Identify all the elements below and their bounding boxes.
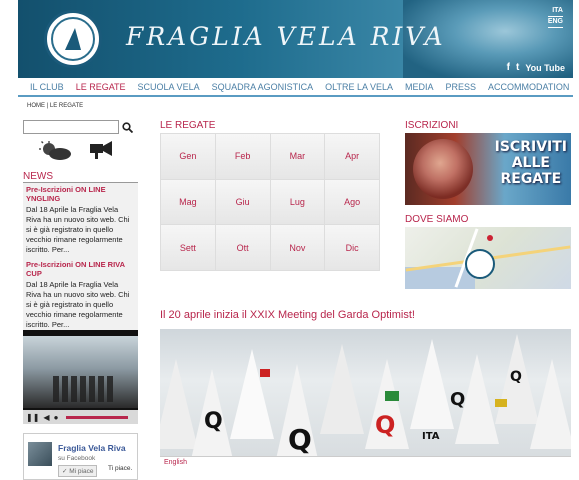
month-dic-button[interactable]: Dic (325, 225, 379, 270)
breadcrumb-home[interactable]: HOME (27, 103, 45, 109)
banner-photo (413, 139, 473, 199)
video-player[interactable]: ❚❚ ◀ ● (23, 330, 138, 424)
banner-line: ALLE (511, 155, 550, 171)
news-item[interactable]: Pre-Iscrizioni ON LINE YNGLING Dal 18 Ap… (23, 183, 138, 258)
sail-flag (260, 369, 270, 377)
nav-item-le-regate[interactable]: LE REGATE (76, 82, 126, 92)
sail-symbol-icon: Q (510, 369, 522, 385)
sail-flag (385, 391, 399, 401)
site-header: FRAGLIA VELA RIVA ITA ENG f t You Tube (18, 0, 573, 78)
nav-item-press[interactable]: PRESS (446, 82, 477, 92)
sail-symbol-icon: Q (204, 409, 223, 434)
news-item-title[interactable]: Pre-Iscrizioni ON LINE YNGLING (26, 185, 135, 203)
nav-item-accommodation[interactable]: ACCOMMODATION (488, 82, 569, 92)
video-controls: ❚❚ ◀ ● (23, 410, 138, 424)
main-headline[interactable]: Il 20 aprile inizia il XXIX Meeting del … (160, 309, 415, 321)
facebook-page-name[interactable]: Fraglia Vela Riva (58, 443, 126, 453)
iscriviti-banner[interactable]: ISCRIVITI ALLE REGATE (405, 133, 571, 205)
breadcrumb: HOME | LE REGATE (27, 103, 83, 109)
optimist-sails-photo[interactable]: Q Q Q Q Q ITA (160, 329, 571, 456)
month-ott-button[interactable]: Ott (215, 225, 270, 270)
sail (410, 339, 454, 429)
location-map[interactable] (405, 227, 571, 289)
banner-line: ISCRIVITI (494, 139, 567, 155)
lang-ita-link[interactable]: ITA (547, 6, 563, 17)
month-giu-button[interactable]: Giu (215, 179, 270, 225)
youtube-icon[interactable]: You Tube (525, 63, 565, 73)
social-links: f t You Tube (507, 62, 565, 73)
breadcrumb-separator: | (46, 103, 49, 109)
month-mag-button[interactable]: Mag (161, 179, 215, 225)
map-club-marker (465, 249, 495, 279)
facebook-like-button[interactable]: ✓ Mi piace (58, 465, 98, 477)
nav-item-oltre-la-vela[interactable]: OLTRE LA VELA (325, 82, 393, 92)
breadcrumb-current: LE REGATE (49, 103, 84, 109)
nav-item-il-club[interactable]: IL CLUB (30, 82, 64, 92)
sail-symbol-icon: Q (450, 389, 466, 410)
search-input[interactable] (23, 120, 119, 134)
month-ago-button[interactable]: Ago (325, 179, 379, 225)
month-feb-button[interactable]: Feb (215, 134, 270, 179)
english-link[interactable]: English (164, 459, 187, 466)
facebook-page-subtitle: su Facebook (58, 455, 96, 462)
news-list: Pre-Iscrizioni ON LINE YNGLING Dal 18 Ap… (23, 183, 138, 333)
search-icon[interactable] (120, 120, 134, 134)
nav-item-squadra-agonistica[interactable]: SQUADRA AGONISTICA (212, 82, 314, 92)
month-lug-button[interactable]: Lug (270, 179, 325, 225)
logo-emblem (51, 17, 95, 61)
seek-handle-icon[interactable]: ● (54, 413, 59, 422)
site-title: FRAGLIA VELA RIVA (126, 22, 446, 51)
news-heading: NEWS (23, 171, 53, 182)
video-progress-bar[interactable] (66, 415, 129, 419)
sailboat-icon (65, 28, 81, 50)
twitter-icon[interactable]: t (516, 62, 519, 73)
news-item[interactable]: Pre-Iscrizioni ON LINE RIVA CUP Dal 18 A… (23, 258, 138, 333)
sail (230, 349, 274, 439)
video-frame (23, 336, 138, 408)
sail (530, 359, 571, 449)
map-pin-icon (487, 235, 493, 241)
banner-line: REGATE (500, 171, 562, 187)
month-grid: Gen Feb Mar Apr Mag Giu Lug Ago Sett Ott… (160, 133, 380, 271)
webcam-icon[interactable] (87, 140, 113, 162)
facebook-like-status: Ti piace. (108, 465, 133, 472)
month-nov-button[interactable]: Nov (270, 225, 325, 270)
month-sett-button[interactable]: Sett (161, 225, 215, 270)
volume-icon[interactable]: ◀ (43, 413, 49, 422)
video-thumbnail-people (53, 376, 113, 402)
club-logo[interactable] (44, 10, 102, 68)
news-item-body: Dal 18 Aprile la Fraglia Vela Riva ha un… (26, 205, 130, 254)
map-lake (405, 267, 475, 289)
month-gen-button[interactable]: Gen (161, 134, 215, 179)
sail (320, 344, 364, 434)
language-switcher: ITA ENG (547, 6, 563, 28)
banner-text: ISCRIVITI ALLE REGATE (495, 139, 567, 187)
news-item-title[interactable]: Pre-Iscrizioni ON LINE RIVA CUP (26, 260, 135, 278)
regate-heading: LE REGATE (160, 120, 216, 131)
facebook-icon[interactable]: f (507, 62, 510, 73)
photo-divider (160, 456, 571, 457)
facebook-page-thumbnail[interactable] (28, 442, 52, 466)
weather-cloud-icon[interactable] (38, 141, 72, 161)
nav-item-media[interactable]: MEDIA (405, 82, 434, 92)
main-nav: IL CLUB LE REGATE SCUOLA VELA SQUADRA AG… (18, 79, 573, 97)
lang-eng-link[interactable]: ENG (547, 17, 563, 28)
month-apr-button[interactable]: Apr (325, 134, 379, 179)
sail-symbol-icon: Q (288, 423, 312, 456)
sail-symbol-icon: Q (375, 411, 396, 439)
dove-siamo-heading: DOVE SIAMO (405, 214, 469, 225)
news-item-body: Dal 18 Aprile la Fraglia Vela Riva ha un… (26, 280, 130, 329)
nav-item-scuola-vela[interactable]: SCUOLA VELA (138, 82, 200, 92)
sail-number: ITA (422, 431, 440, 442)
month-mar-button[interactable]: Mar (270, 134, 325, 179)
facebook-like-box: Fraglia Vela Riva su Facebook ✓ Mi piace… (23, 433, 138, 480)
iscrizioni-heading: ISCRIZIONI (405, 120, 459, 131)
pause-icon[interactable]: ❚❚ (26, 413, 39, 422)
sail-flag (495, 399, 507, 407)
